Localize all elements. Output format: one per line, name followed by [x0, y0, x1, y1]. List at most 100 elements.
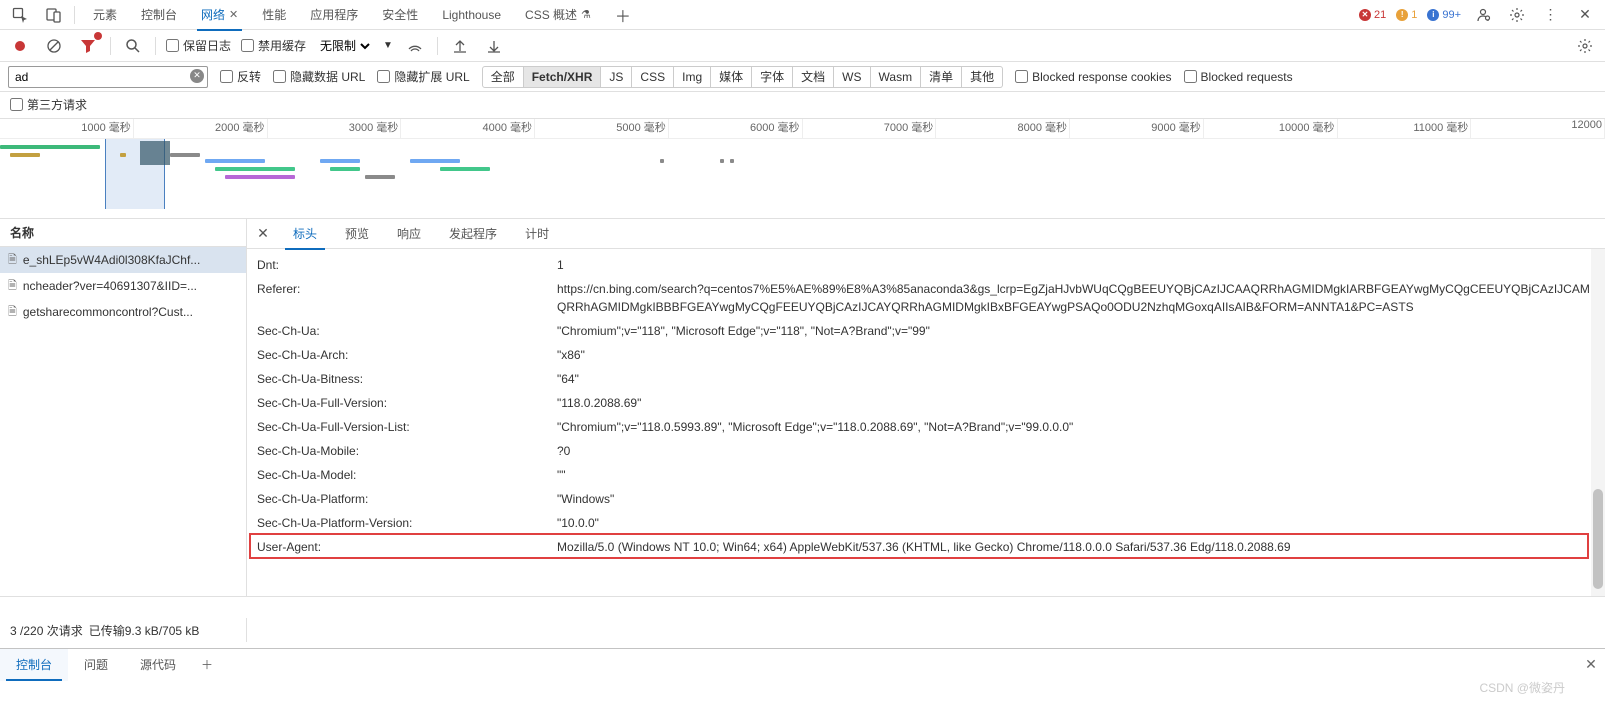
main-tab-2[interactable]: 网络✕ — [189, 0, 250, 30]
main-tab-6[interactable]: Lighthouse — [430, 0, 513, 30]
type-filter-媒体[interactable]: 媒体 — [711, 66, 752, 88]
header-value: "x86" — [557, 346, 1595, 364]
device-toggle-icon[interactable] — [40, 1, 68, 29]
header-row: Sec-Ch-Ua-Model:"" — [247, 463, 1605, 487]
third-party-row: 第三方请求 — [0, 92, 1605, 119]
filter-funnel-icon[interactable] — [76, 34, 100, 58]
main-tab-3[interactable]: 性能 — [250, 0, 298, 30]
request-name: e_shLEp5vW4Adi0l308KfaJChf... — [23, 253, 200, 267]
detail-tab-0[interactable]: 标头 — [279, 219, 331, 249]
type-filter-CSS[interactable]: CSS — [632, 66, 674, 88]
export-har-icon[interactable] — [482, 34, 506, 58]
add-tab-icon[interactable]: ＋ — [609, 1, 637, 29]
timeline-tick: 2000 毫秒 — [134, 119, 268, 138]
timeline-tick: 10000 毫秒 — [1204, 119, 1338, 138]
header-name: Sec-Ch-Ua: — [257, 322, 557, 340]
blocked-requests-checkbox[interactable]: Blocked requests — [1184, 70, 1293, 84]
detail-tab-2[interactable]: 响应 — [383, 219, 435, 249]
column-header-name[interactable]: 名称 — [0, 219, 246, 247]
main-tab-5[interactable]: 安全性 — [370, 0, 430, 30]
header-name: Referer: — [257, 280, 557, 316]
clear-icon[interactable] — [42, 34, 66, 58]
close-detail-icon[interactable]: ✕ — [247, 219, 279, 249]
main-tab-1[interactable]: 控制台 — [129, 0, 189, 30]
request-row[interactable]: 🗎 ncheader?ver=40691307&IID=... — [0, 273, 246, 299]
timeline-waterfall[interactable]: 1000 毫秒2000 毫秒3000 毫秒4000 毫秒5000 毫秒6000 … — [0, 119, 1605, 219]
watermark: CSDN @微姿丹 — [1479, 679, 1565, 696]
inspect-element-icon[interactable] — [6, 1, 34, 29]
record-button[interactable] — [8, 34, 32, 58]
header-row: Sec-Ch-Ua-Platform-Version:"10.0.0" — [247, 511, 1605, 535]
header-value: "" — [557, 466, 1595, 484]
disable-cache-checkbox[interactable]: 禁用缓存 — [241, 37, 306, 54]
detail-tab-1[interactable]: 预览 — [331, 219, 383, 249]
invert-checkbox[interactable]: 反转 — [220, 68, 261, 85]
header-value: "Windows" — [557, 490, 1595, 508]
drawer-close-icon[interactable]: ✕ — [1577, 656, 1605, 673]
timeline-tick: 6000 毫秒 — [669, 119, 803, 138]
header-row: Sec-Ch-Ua-Mobile:?0 — [247, 439, 1605, 463]
tab-close-icon[interactable]: ✕ — [229, 8, 238, 21]
type-filter-其他[interactable]: 其他 — [962, 66, 1003, 88]
filter-input[interactable] — [8, 66, 208, 88]
request-name: ncheader?ver=40691307&IID=... — [23, 279, 197, 293]
header-row: User-Agent:Mozilla/5.0 (Windows NT 10.0;… — [247, 535, 1605, 559]
import-har-icon[interactable] — [448, 34, 472, 58]
timeline-tick: 8000 毫秒 — [936, 119, 1070, 138]
headers-body: Dnt:1Referer:https://cn.bing.com/search?… — [247, 249, 1605, 596]
timeline-tick: 12000 — [1471, 119, 1605, 138]
drawer-tab-1[interactable]: 问题 — [68, 649, 124, 681]
blocked-cookies-checkbox[interactable]: Blocked response cookies — [1015, 70, 1171, 84]
hide-data-url-checkbox[interactable]: 隐藏数据 URL — [273, 68, 365, 85]
preserve-log-checkbox[interactable]: 保留日志 — [166, 37, 231, 54]
detail-tab-4[interactable]: 计时 — [511, 219, 563, 249]
header-value: 1 — [557, 256, 1595, 274]
type-filter-全部[interactable]: 全部 — [482, 66, 524, 88]
header-value: Mozilla/5.0 (Windows NT 10.0; Win64; x64… — [557, 538, 1595, 556]
main-tab-4[interactable]: 应用程序 — [298, 0, 370, 30]
close-devtools-icon[interactable]: ✕ — [1571, 1, 1599, 29]
type-filter-JS[interactable]: JS — [601, 66, 632, 88]
search-icon[interactable] — [121, 34, 145, 58]
header-value: "Chromium";v="118.0.5993.89", "Microsoft… — [557, 418, 1595, 436]
network-conditions-icon[interactable] — [403, 34, 427, 58]
third-party-checkbox[interactable]: 第三方请求 — [10, 96, 87, 113]
profile-icon[interactable] — [1469, 1, 1497, 29]
file-icon: 🗎 — [8, 277, 17, 296]
type-filter-清单[interactable]: 清单 — [921, 66, 962, 88]
type-filter-Fetch/XHR[interactable]: Fetch/XHR — [524, 66, 602, 88]
info-badge[interactable]: i99+ — [1425, 9, 1463, 21]
drawer-tab-0[interactable]: 控制台 — [0, 649, 68, 681]
request-name: getsharecommoncontrol?Cust... — [23, 305, 193, 319]
timeline-bars — [0, 139, 1605, 209]
network-status-bar: 3 /220 次请求 已传输9.3 kB/705 kB — [0, 618, 247, 642]
settings-gear-icon[interactable] — [1503, 1, 1531, 29]
header-name: Sec-Ch-Ua-Mobile: — [257, 442, 557, 460]
drawer-add-tab-icon[interactable]: ＋ — [192, 656, 222, 673]
type-filter-文档[interactable]: 文档 — [793, 66, 834, 88]
timeline-tick: 5000 毫秒 — [535, 119, 669, 138]
error-badge[interactable]: ✕21 — [1357, 9, 1388, 21]
devtools-main-tabs: 元素控制台网络✕性能应用程序安全性LighthouseCSS 概述 ⚗ ＋ ✕2… — [0, 0, 1605, 30]
type-filter-Wasm[interactable]: Wasm — [871, 66, 922, 88]
detail-tab-3[interactable]: 发起程序 — [435, 219, 511, 249]
hide-ext-url-checkbox[interactable]: 隐藏扩展 URL — [377, 68, 469, 85]
network-settings-gear-icon[interactable] — [1573, 34, 1597, 58]
main-tab-0[interactable]: 元素 — [81, 0, 129, 30]
type-filter-WS[interactable]: WS — [834, 66, 870, 88]
more-menu-icon[interactable]: ⋮ — [1537, 1, 1565, 29]
header-row: Sec-Ch-Ua-Full-Version:"118.0.2088.69" — [247, 391, 1605, 415]
request-row[interactable]: 🗎getsharecommoncontrol?Cust... — [0, 299, 246, 325]
throttling-select[interactable]: 无限制 — [316, 38, 373, 54]
header-name: Dnt: — [257, 256, 557, 274]
header-value: "64" — [557, 370, 1595, 388]
drawer-tab-2[interactable]: 源代码 — [124, 649, 192, 681]
clear-filter-icon[interactable]: ✕ — [190, 69, 204, 83]
main-tab-7[interactable]: CSS 概述 ⚗ — [513, 0, 603, 30]
warning-badge[interactable]: !1 — [1394, 9, 1419, 21]
timeline-tick: 11000 毫秒 — [1338, 119, 1472, 138]
vertical-scrollbar[interactable] — [1591, 249, 1605, 596]
request-row[interactable]: 🗎e_shLEp5vW4Adi0l308KfaJChf... — [0, 247, 246, 273]
type-filter-Img[interactable]: Img — [674, 66, 711, 88]
type-filter-字体[interactable]: 字体 — [752, 66, 793, 88]
